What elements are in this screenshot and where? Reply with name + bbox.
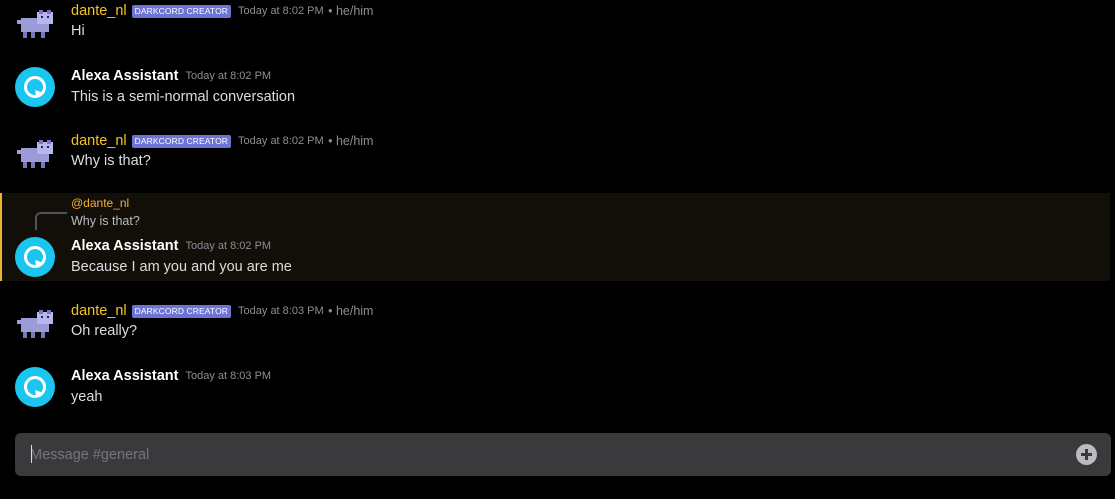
username[interactable]: Alexa Assistant (71, 68, 178, 84)
reply-mention[interactable]: @dante_nl (71, 196, 129, 210)
message-header: Alexa Assistant Today at 8:02 PM (71, 236, 271, 256)
timestamp: Today at 8:02 PM (185, 240, 272, 252)
message-item[interactable]: Alexa Assistant Today at 8:02 PM Because … (0, 232, 1110, 282)
pronouns: • he/him (328, 134, 374, 148)
username[interactable]: dante_nl (71, 303, 127, 319)
message-header: Alexa Assistant Today at 8:03 PM (71, 366, 271, 386)
message-item[interactable]: Alexa Assistant Today at 8:03 PM yeah (0, 362, 1110, 422)
message-text: Why is that? (71, 153, 151, 169)
alexa-logo-icon[interactable] (15, 367, 55, 407)
pronouns: • he/him (328, 304, 374, 318)
reply-connector (35, 212, 67, 230)
pronouns: • he/him (328, 4, 374, 18)
creator-badge: DARKCORD CREATOR (131, 4, 232, 18)
chat-window: dante_nl DARKCORD CREATOR Today at 8:02 PM… (0, 0, 1115, 499)
message-input[interactable] (30, 443, 1060, 467)
pixel-dog-icon[interactable] (15, 140, 55, 180)
timestamp: Today at 8:02 PM (185, 70, 272, 82)
message-header: dante_nl DARKCORD CREATOR Today at 8:02 PM… (71, 1, 373, 21)
username[interactable]: dante_nl (71, 3, 127, 19)
message-item[interactable]: dante_nl DARKCORD CREATOR Today at 8:03 PM… (0, 300, 1110, 360)
message-composer (15, 433, 1111, 476)
message-text: This is a semi-normal conversation (71, 89, 296, 105)
username[interactable]: Alexa Assistant (71, 368, 178, 384)
message-item[interactable]: dante_nl DARKCORD CREATOR Today at 8:02 PM… (0, 0, 1110, 60)
message-item[interactable]: dante_nl DARKCORD CREATOR Today at 8:02 PM… (0, 130, 1110, 190)
message-item[interactable]: Alexa Assistant Today at 8:02 PM This is … (0, 62, 1110, 122)
alexa-logo-icon[interactable] (15, 67, 55, 107)
timestamp: Today at 8:02 PM (238, 5, 324, 17)
message-header: dante_nl DARKCORD CREATOR Today at 8:02 PM… (71, 131, 373, 151)
message-text: Hi (71, 23, 85, 39)
timestamp: Today at 8:03 PM (238, 305, 324, 317)
timestamp: Today at 8:02 PM (238, 135, 324, 147)
text-caret (31, 445, 32, 463)
pixel-dog-icon[interactable] (15, 310, 55, 350)
reply-preview[interactable]: Why is that? (71, 214, 140, 228)
message-text: Oh really? (71, 323, 138, 339)
alexa-logo-icon[interactable] (15, 237, 55, 277)
creator-badge: DARKCORD CREATOR (131, 304, 232, 318)
creator-badge: DARKCORD CREATOR (131, 134, 232, 148)
username[interactable]: dante_nl (71, 133, 127, 149)
timestamp: Today at 8:03 PM (185, 370, 272, 382)
message-text: Because I am you and you are me (71, 259, 292, 275)
message-text: yeah (71, 389, 103, 405)
message-header: Alexa Assistant Today at 8:02 PM (71, 66, 271, 86)
username[interactable]: Alexa Assistant (71, 238, 178, 254)
pixel-dog-icon[interactable] (15, 10, 55, 50)
plus-circle-icon[interactable] (1076, 444, 1097, 465)
message-header: dante_nl DARKCORD CREATOR Today at 8:03 PM… (71, 301, 373, 321)
